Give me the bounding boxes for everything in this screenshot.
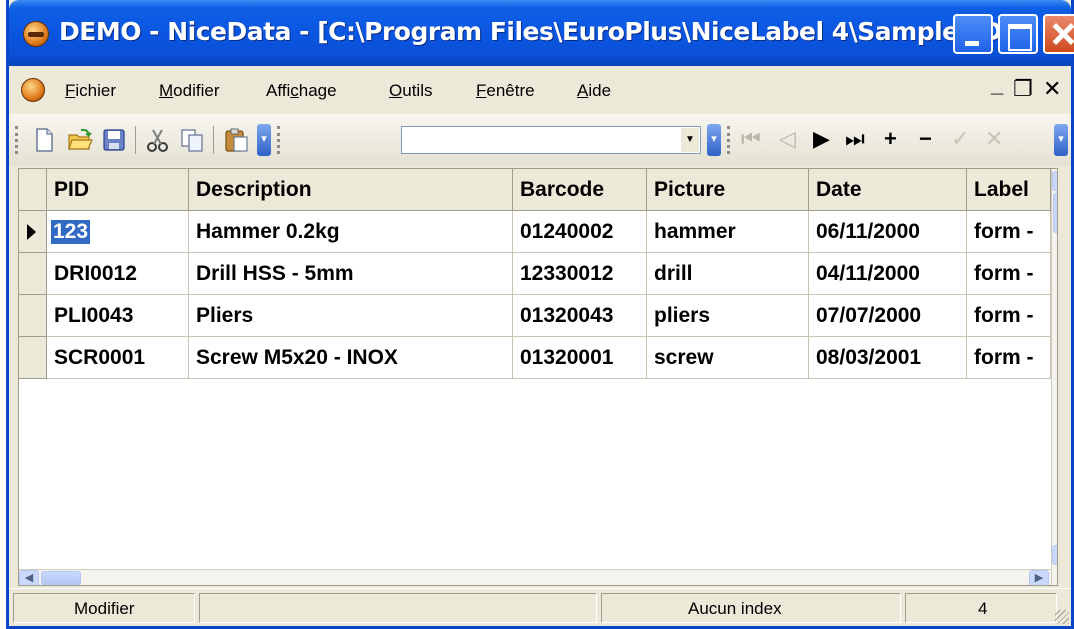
table-cell[interactable]: 07/07/2000 (809, 295, 967, 337)
table-cell[interactable]: 01240002 (513, 211, 647, 253)
insert-record-icon[interactable]: + (884, 124, 897, 154)
menu-fichier[interactable]: Fichier (65, 81, 116, 101)
status-mode-panel: Modifier (13, 593, 195, 623)
data-grid[interactable]: PID Description Barcode Picture Date Lab… (18, 168, 1058, 586)
menu-modifier[interactable]: Modifier (159, 81, 219, 101)
nicedata-window: DEMO - NiceData - [C:\Program Files\Euro… (6, 0, 1074, 629)
window-title: DEMO - NiceData - [C:\Program Files\Euro… (59, 17, 1029, 46)
column-header-date[interactable]: Date (809, 169, 967, 211)
table-cell[interactable]: 06/11/2000 (809, 211, 967, 253)
table-cell[interactable]: PLI0043 (47, 295, 189, 337)
minimize-button[interactable] (953, 14, 993, 54)
table-cell[interactable]: form - (967, 253, 1051, 295)
menu-aide[interactable]: Aide (577, 81, 611, 101)
paste-icon[interactable] (223, 127, 249, 153)
column-header-barcode[interactable]: Barcode (513, 169, 647, 211)
toolbar-chevron[interactable]: ▾ (707, 124, 721, 156)
grid-corner (19, 169, 47, 211)
table-cell[interactable]: SCR0001 (47, 337, 189, 379)
mdi-close-button[interactable]: ✕ (1043, 76, 1061, 102)
combo-dropdown-button[interactable]: ▼ (681, 128, 699, 152)
toolbar-chevron[interactable]: ▾ (257, 124, 271, 156)
table-cell[interactable]: hammer (647, 211, 809, 253)
status-mode: Modifier (74, 599, 135, 618)
menu-outils[interactable]: Outils (389, 81, 432, 101)
status-bar: Modifier Aucun index 4 (9, 588, 1071, 626)
last-record-icon[interactable]: ⏭ (845, 124, 865, 154)
table-cell[interactable]: screw (647, 337, 809, 379)
table-cell[interactable]: Pliers (189, 295, 513, 337)
horizontal-scrollbar[interactable]: ◀ ▶ (19, 569, 1051, 585)
table-cell[interactable]: form - (967, 295, 1051, 337)
toolbar-grip[interactable] (727, 126, 730, 154)
vertical-scroll-thumb[interactable] (1053, 193, 1057, 233)
row-indicator-current[interactable] (19, 211, 47, 253)
scroll-up-icon[interactable]: ▲ (1052, 171, 1057, 191)
delete-record-icon[interactable]: − (919, 124, 932, 154)
maximize-button[interactable] (998, 14, 1038, 54)
column-header-description[interactable]: Description (189, 169, 513, 211)
scroll-right-icon[interactable]: ▶ (1029, 570, 1049, 585)
cancel-edit-icon[interactable]: ✕ (985, 124, 1003, 154)
title-bar[interactable]: DEMO - NiceData - [C:\Program Files\Euro… (9, 0, 1074, 66)
toolbar-chevron[interactable]: ▾ (1054, 124, 1068, 156)
table-cell[interactable]: Hammer 0.2kg (189, 211, 513, 253)
table-cell[interactable]: DRI0012 (47, 253, 189, 295)
table-cell[interactable]: 08/03/2001 (809, 337, 967, 379)
vertical-scrollbar[interactable]: ▲ ▼ (1051, 169, 1057, 585)
save-icon[interactable] (101, 127, 127, 153)
mdi-restore-button[interactable]: ❐ (1013, 76, 1033, 102)
cut-icon[interactable] (145, 127, 171, 153)
menu-fenetre[interactable]: Fenêtre (476, 81, 535, 101)
horizontal-scroll-thumb[interactable] (41, 571, 81, 585)
scroll-left-icon[interactable]: ◀ (19, 570, 39, 585)
next-record-icon[interactable]: ▶ (813, 124, 830, 154)
search-combo[interactable]: ▼ (401, 126, 701, 154)
resize-grip-icon[interactable] (1055, 610, 1069, 624)
table-cell[interactable]: Screw M5x20 - INOX (189, 337, 513, 379)
app-icon[interactable] (23, 21, 49, 47)
scroll-down-icon[interactable]: ▼ (1052, 545, 1057, 565)
document-icon[interactable] (21, 78, 45, 102)
status-middle-panel (199, 593, 597, 623)
table-cell[interactable]: drill (647, 253, 809, 295)
status-record-count: 4 (978, 599, 988, 618)
first-record-icon[interactable]: ⏮ (741, 124, 761, 154)
column-header-pid[interactable]: PID (47, 169, 189, 211)
table-cell[interactable]: 01320001 (513, 337, 647, 379)
open-icon[interactable] (67, 127, 93, 153)
row-indicator[interactable] (19, 253, 47, 295)
table-cell[interactable]: form - (967, 211, 1051, 253)
status-count-panel: 4 (905, 593, 1057, 623)
row-indicator[interactable] (19, 295, 47, 337)
status-index: Aucun index (688, 599, 782, 618)
current-row-icon (27, 224, 36, 240)
toolbar-separator (135, 126, 136, 154)
table-cell[interactable]: pliers (647, 295, 809, 337)
status-index-panel: Aucun index (601, 593, 901, 623)
toolbar-grip[interactable] (15, 126, 18, 154)
table-cell[interactable]: 123 (47, 211, 189, 253)
prior-record-icon[interactable]: ◁ (779, 124, 796, 154)
menu-bar: Fichier Modifier Affichage Outils Fenêtr… (9, 68, 1071, 114)
mdi-minimize-button[interactable]: _ (991, 72, 1003, 98)
row-indicator[interactable] (19, 337, 47, 379)
column-header-label[interactable]: Label (967, 169, 1051, 211)
column-header-picture[interactable]: Picture (647, 169, 809, 211)
toolbar-grip[interactable] (277, 126, 280, 154)
table-cell[interactable]: 12330012 (513, 253, 647, 295)
close-button[interactable] (1043, 14, 1074, 54)
menu-affichage[interactable]: Affichage (266, 81, 337, 101)
table-cell[interactable]: 01320043 (513, 295, 647, 337)
toolbar-separator (213, 126, 214, 154)
toolbar: ▾ ▼ ▾ ⏮ ◁ ▶ ⏭ + − ✓ ✕ ▾ (9, 114, 1071, 166)
copy-icon[interactable] (179, 127, 205, 153)
table-cell[interactable]: 04/11/2000 (809, 253, 967, 295)
post-edit-icon[interactable]: ✓ (951, 124, 969, 154)
table-cell[interactable]: form - (967, 337, 1051, 379)
table-cell[interactable]: Drill HSS - 5mm (189, 253, 513, 295)
new-icon[interactable] (31, 127, 57, 153)
